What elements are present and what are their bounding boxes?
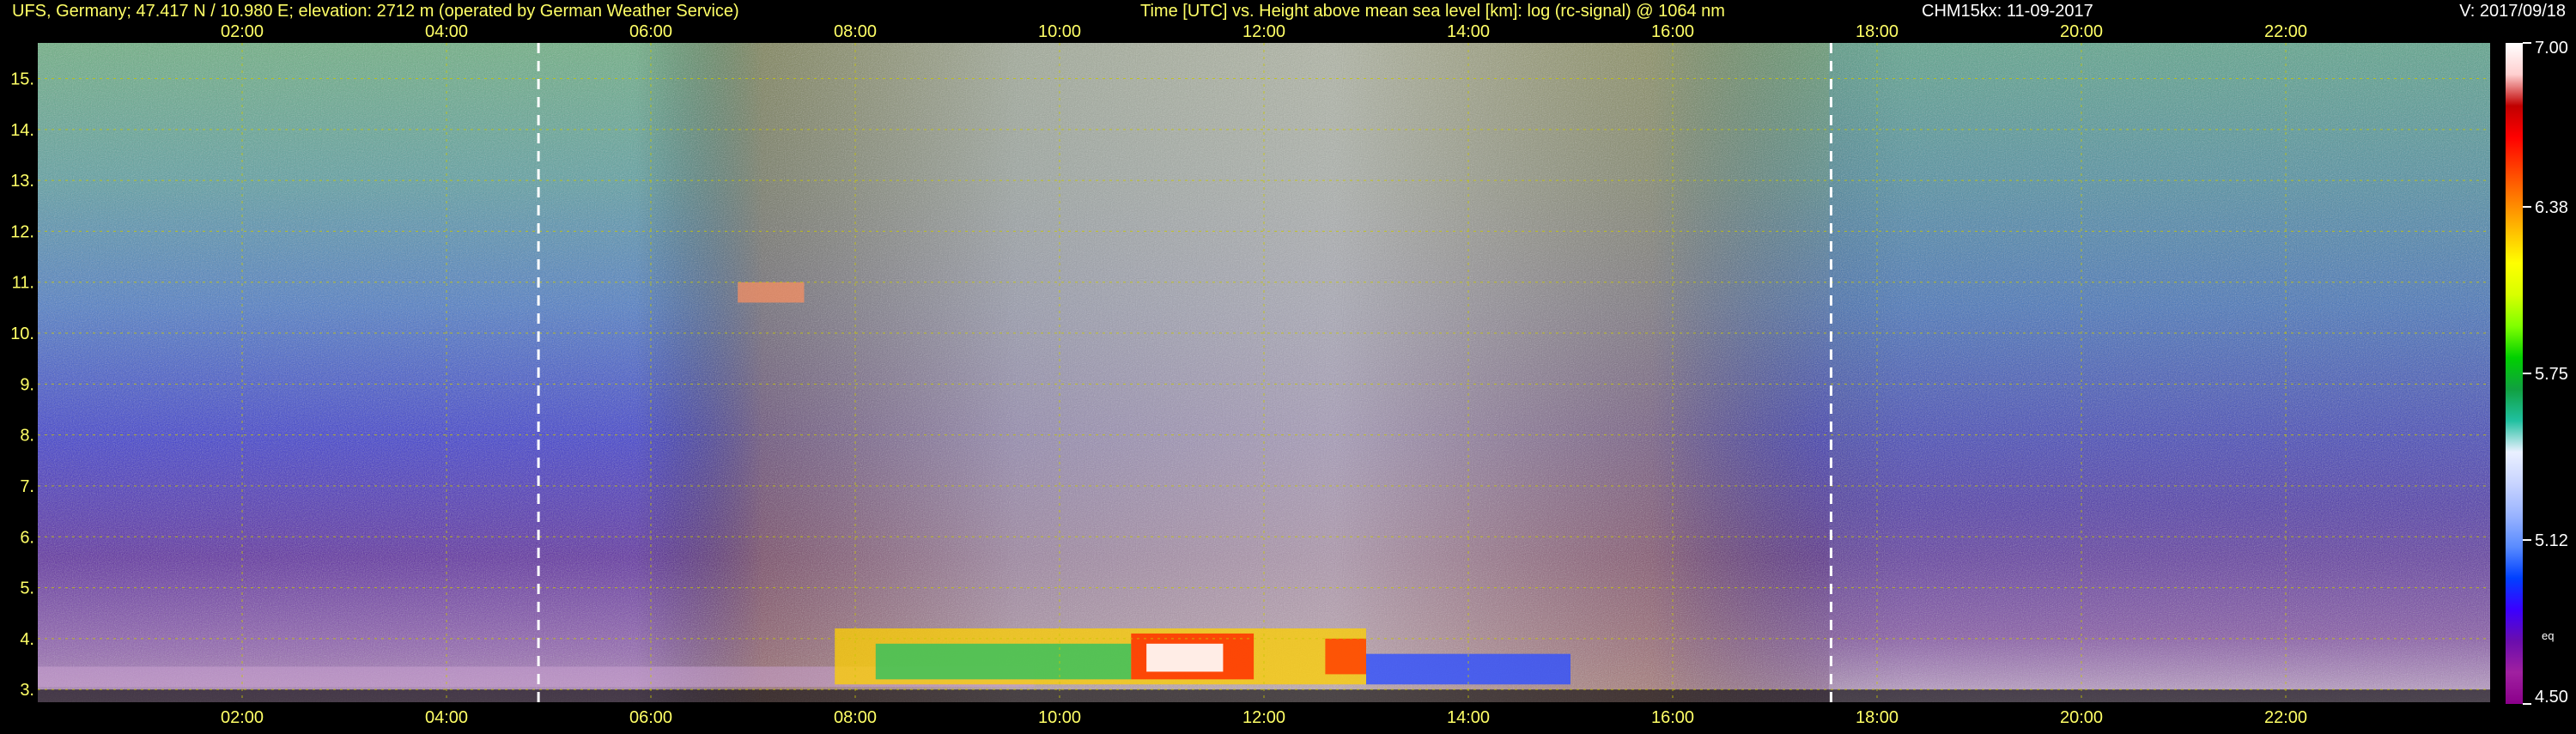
- x-tick-label-top: 22:00: [2264, 22, 2307, 41]
- x-tick-label-bottom: 10:00: [1038, 708, 1081, 727]
- cloud-block-1-core: [1146, 643, 1224, 672]
- x-tick-label-top: 16:00: [1651, 22, 1694, 41]
- x-tick-label-bottom: 16:00: [1651, 708, 1694, 727]
- colorbar-tick-label: 4.50: [2535, 688, 2568, 707]
- y-tick-label: 6.: [20, 528, 34, 547]
- x-tick-label-top: 10:00: [1038, 22, 1081, 41]
- y-tick-label: 10.: [10, 325, 34, 343]
- x-tick-label-top: 12:00: [1242, 22, 1285, 41]
- y-tick-label: 8.: [20, 427, 34, 446]
- x-tick-label-bottom: 12:00: [1242, 708, 1285, 727]
- x-axis-top: 02:00 04:00 06:00 08:00 10:00 12:00 14:00 16:00…: [221, 22, 2307, 41]
- x-tick-label-bottom: 02:00: [221, 708, 264, 727]
- station-label: UFS, Germany; 47.417 N / 10.980 E; eleva…: [12, 2, 739, 21]
- colorbar-tick-label: 5.75: [2535, 365, 2568, 384]
- y-tick-label: 5.: [20, 579, 34, 598]
- y-tick-label: 9.: [20, 375, 34, 394]
- x-tick-label-bottom: 04:00: [425, 708, 468, 727]
- x-tick-label-bottom: 18:00: [1856, 708, 1899, 727]
- plot-description: Time [UTC] vs. Height above mean sea lev…: [1140, 2, 1725, 21]
- ceilometer-plot: UFS, Germany; 47.417 N / 10.980 E; eleva…: [0, 0, 2576, 730]
- x-tick-label-bottom: 14:00: [1447, 708, 1490, 727]
- colorbar-gradient: [2506, 43, 2523, 704]
- y-tick-label: 7.: [20, 477, 34, 496]
- cloud-block-2: [1325, 638, 1366, 675]
- cirrus-patch: [738, 282, 805, 303]
- x-tick-label-top: 02:00: [221, 22, 264, 41]
- convective-layer-core: [875, 643, 1132, 680]
- colorbar-side-label: eq: [2542, 629, 2554, 642]
- colorbar-tick-label: 6.38: [2535, 198, 2568, 217]
- x-tick-label-top: 06:00: [629, 22, 672, 41]
- y-axis: 3. 4. 5. 6. 7. 8. 9. 10. 11. 12. 13. 14. 15.: [10, 70, 34, 701]
- y-tick-label: 11.: [12, 274, 34, 293]
- x-tick-label-top: 14:00: [1447, 22, 1490, 41]
- x-axis-bottom: 02:00 04:00 06:00 08:00 10:00 12:00 14:00 16:00…: [221, 708, 2307, 727]
- y-tick-label: 3.: [20, 681, 34, 700]
- y-tick-label: 14.: [10, 121, 34, 140]
- x-tick-label-bottom: 20:00: [2060, 708, 2103, 727]
- x-tick-label-bottom: 06:00: [629, 708, 672, 727]
- colorbar-tick-label: 7.00: [2535, 39, 2568, 58]
- colorbar: [2506, 43, 2523, 704]
- colorbar-tick-label: 5.12: [2535, 531, 2568, 550]
- x-tick-label-bottom: 22:00: [2264, 708, 2307, 727]
- x-tick-label-top: 04:00: [425, 22, 468, 41]
- instrument-date: CHM15kx: 11-09-2017: [1922, 2, 2093, 21]
- y-tick-label: 12.: [10, 222, 34, 241]
- y-tick-label: 15.: [10, 70, 34, 89]
- x-tick-label-top: 18:00: [1856, 22, 1899, 41]
- colorbar-ticks: 7.00 6.38 5.75 5.12 4.50: [2523, 39, 2568, 707]
- version-label: V: 2017/09/18: [2459, 2, 2566, 21]
- x-tick-label-bottom: 08:00: [834, 708, 877, 727]
- x-tick-label-top: 20:00: [2060, 22, 2103, 41]
- chart-svg: UFS, Germany; 47.417 N / 10.980 E; eleva…: [10, 2, 2568, 727]
- y-tick-label: 4.: [20, 630, 34, 649]
- y-tick-label: 13.: [10, 172, 34, 191]
- x-tick-label-top: 08:00: [834, 22, 877, 41]
